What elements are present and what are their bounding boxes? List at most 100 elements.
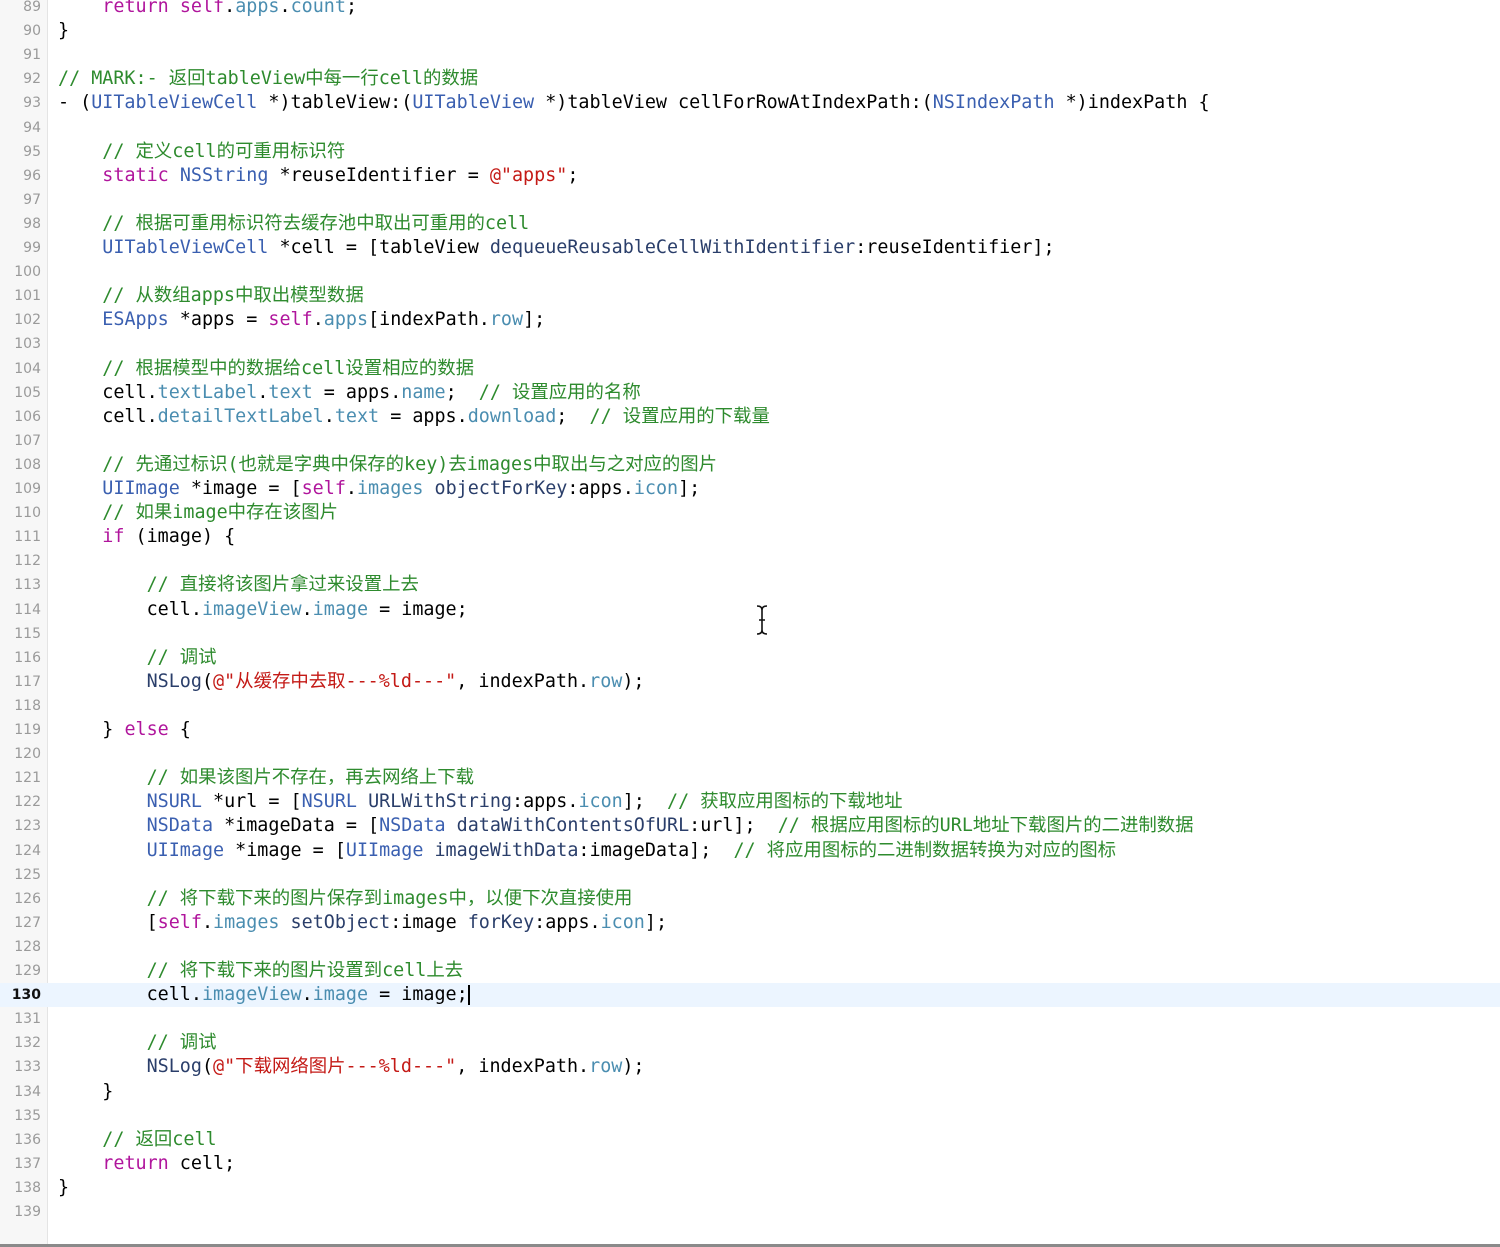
line-number: 120 [14, 746, 41, 763]
code-text[interactable]: return cell; [58, 1152, 235, 1176]
code-text[interactable]: return self.apps.count; [58, 0, 357, 19]
code-line[interactable]: 131 [0, 1007, 1500, 1031]
code-line[interactable]: 129 // 将下载下来的图片设置到cell上去 [0, 959, 1500, 983]
code-line[interactable]: 118 [0, 694, 1500, 718]
code-text[interactable]: // 调试 [58, 1031, 217, 1055]
code-line[interactable]: 117 NSLog(@"从缓存中去取---%ld---", indexPath.… [0, 670, 1500, 694]
code-text[interactable]: // 从数组apps中取出模型数据 [58, 284, 363, 308]
code-line[interactable]: 108 // 先通过标识(也就是字典中保存的key)去images中取出与之对应… [0, 453, 1500, 477]
code-editor[interactable]: 89 return self.apps.count; 90} 91 92// MARK… [0, 0, 1500, 1247]
code-text[interactable]: // 定义cell的可重用标识符 [58, 140, 345, 164]
code-text[interactable]: } else { [58, 718, 191, 742]
code-text[interactable]: UITableViewCell *cell = [tableView deque… [58, 236, 1054, 260]
code-line[interactable]: 91 [0, 43, 1500, 67]
code-line[interactable]: 134 } [0, 1080, 1500, 1104]
type-token: UIImage [146, 839, 225, 861]
code-line[interactable]: 111 if (image) { [0, 525, 1500, 549]
code-line[interactable]: 105 cell.textLabel.text = apps.name; // … [0, 381, 1500, 405]
code-line[interactable]: 96 static NSString *reuseIdentifier = @"… [0, 164, 1500, 188]
code-line[interactable]: 101 // 从数组apps中取出模型数据 [0, 284, 1500, 308]
code-text[interactable]: - (UITableViewCell *)tableView:(UITableV… [58, 91, 1210, 115]
code-text[interactable]: // 直接将该图片拿过来设置上去 [58, 573, 419, 597]
code-line[interactable]: 136 // 返回cell [0, 1128, 1500, 1152]
code-text[interactable]: } [58, 1176, 69, 1200]
type-token: ESApps [102, 309, 169, 331]
code-line[interactable]: 103 [0, 332, 1500, 356]
plain-token: { [168, 719, 191, 740]
code-line[interactable]: 120 [0, 742, 1500, 766]
code-line[interactable]: 100 [0, 260, 1500, 284]
code-line[interactable]: 106 cell.detailTextLabel.text = apps.dow… [0, 405, 1500, 429]
code-text[interactable]: // 如果该图片不存在，再去网络上下载 [58, 766, 474, 790]
code-line[interactable]: 128 [0, 935, 1500, 959]
code-text[interactable]: // 根据可重用标识符去缓存池中取出可重用的cell [58, 212, 529, 236]
code-text[interactable]: UIImage *image = [UIImage imageWithData:… [58, 839, 1117, 863]
code-text[interactable]: } [58, 1080, 113, 1104]
code-line[interactable]: 119 } else { [0, 718, 1500, 742]
code-text[interactable]: // 返回cell [58, 1128, 216, 1152]
code-line[interactable]: 92 // MARK:- 返回tableView中每一行cell的数据 [0, 67, 1500, 91]
code-text[interactable]: NSLog(@"下载网络图片---%ld---", indexPath.row)… [58, 1055, 645, 1079]
code-line[interactable]: 126 // 将下载下来的图片保存到images中，以便下次直接使用 [0, 887, 1500, 911]
code-text[interactable]: if (image) { [58, 525, 235, 549]
code-text[interactable]: cell.detailTextLabel.text = apps.downloa… [58, 405, 770, 429]
plain-token: = image; [368, 598, 468, 620]
code-text[interactable]: // 调试 [58, 646, 217, 670]
code-line[interactable]: 127 [self.images setObject:image forKey:… [0, 911, 1500, 935]
code-line[interactable]: 102 ESApps *apps = self.apps[indexPath.r… [0, 308, 1500, 332]
code-text[interactable]: cell.textLabel.text = apps.name; // 设置应用… [58, 381, 640, 405]
code-line[interactable]: 139 [0, 1200, 1500, 1224]
code-text[interactable]: [self.images setObject:image forKey:apps… [58, 911, 667, 935]
code-line[interactable]: 132 // 调试 [0, 1031, 1500, 1055]
plain-token: ; [345, 0, 358, 17]
code-text[interactable]: cell.imageView.image = image; [58, 983, 470, 1007]
code-line[interactable]: 125 [0, 863, 1500, 887]
code-line[interactable]: 123 NSData *imageData = [NSData dataWith… [0, 814, 1500, 838]
code-line[interactable]: 94 [0, 116, 1500, 140]
code-line[interactable]: 138} [0, 1176, 1500, 1200]
code-line[interactable]: 90} [0, 19, 1500, 43]
code-line[interactable]: 124 UIImage *image = [UIImage imageWithD… [0, 839, 1500, 863]
code-line[interactable]: 104 // 根据模型中的数据给cell设置相应的数据 [0, 357, 1500, 381]
code-line[interactable]: 97 [0, 188, 1500, 212]
code-line[interactable]: 107 [0, 429, 1500, 453]
code-line[interactable]: 135 [0, 1104, 1500, 1128]
code-line[interactable]: 114 cell.imageView.image = image; [0, 598, 1500, 622]
code-line[interactable]: 137 return cell; [0, 1152, 1500, 1176]
code-text[interactable]: // 将下载下来的图片保存到images中，以便下次直接使用 [58, 887, 633, 911]
code-line[interactable]: 109 UIImage *image = [self.images object… [0, 477, 1500, 501]
str-token: @"apps" [489, 164, 568, 186]
code-text[interactable]: UIImage *image = [self.images objectForK… [58, 477, 700, 501]
code-line[interactable]: 121 // 如果该图片不存在，再去网络上下载 [0, 766, 1500, 790]
code-line[interactable]: 112 [0, 549, 1500, 573]
code-line[interactable]: 133 NSLog(@"下载网络图片---%ld---", indexPath.… [0, 1055, 1500, 1079]
code-text[interactable]: cell.imageView.image = image; [58, 598, 468, 622]
code-text[interactable]: // 先通过标识(也就是字典中保存的key)去images中取出与之对应的图片 [58, 453, 717, 477]
code-text[interactable]: // 如果image中存在该图片 [58, 501, 338, 525]
code-line[interactable]: 89 return self.apps.count; [0, 0, 1500, 19]
code-line[interactable]: 98 // 根据可重用标识符去缓存池中取出可重用的cell [0, 212, 1500, 236]
code-text[interactable]: NSURL *url = [NSURL URLWithString:apps.i… [58, 790, 903, 814]
code-line[interactable]: 113 // 直接将该图片拿过来设置上去 [0, 573, 1500, 597]
prop-token: imageView [201, 598, 302, 620]
code-line[interactable]: 116 // 调试 [0, 646, 1500, 670]
code-line[interactable]: 122 NSURL *url = [NSURL URLWithString:ap… [0, 790, 1500, 814]
code-text[interactable]: // MARK:- 返回tableView中每一行cell的数据 [58, 67, 478, 91]
code-text[interactable]: NSLog(@"从缓存中去取---%ld---", indexPath.row)… [58, 670, 645, 694]
code-text[interactable]: NSData *imageData = [NSData dataWithCont… [58, 814, 1194, 838]
code-text[interactable]: static NSString *reuseIdentifier = @"app… [58, 164, 578, 188]
code-line[interactable]: 99 UITableViewCell *cell = [tableView de… [0, 236, 1500, 260]
code-text[interactable]: } [58, 19, 69, 43]
code-text[interactable]: ESApps *apps = self.apps[indexPath.row]; [58, 308, 545, 332]
code-line[interactable]: 93 - (UITableViewCell *)tableView:(UITabl… [0, 91, 1500, 115]
code-line[interactable]: 110 // 如果image中存在该图片 [0, 501, 1500, 525]
comment-token: // 直接将该图片拿过来设置上去 [146, 574, 419, 596]
code-text[interactable]: // 将下载下来的图片设置到cell上去 [58, 959, 464, 983]
code-line[interactable]: 115 [0, 622, 1500, 646]
code-text[interactable]: // 根据模型中的数据给cell设置相应的数据 [58, 357, 474, 381]
code-line[interactable]: 95 // 定义cell的可重用标识符 [0, 140, 1500, 164]
code-line[interactable]: 130 cell.imageView.image = image; [0, 983, 1500, 1008]
